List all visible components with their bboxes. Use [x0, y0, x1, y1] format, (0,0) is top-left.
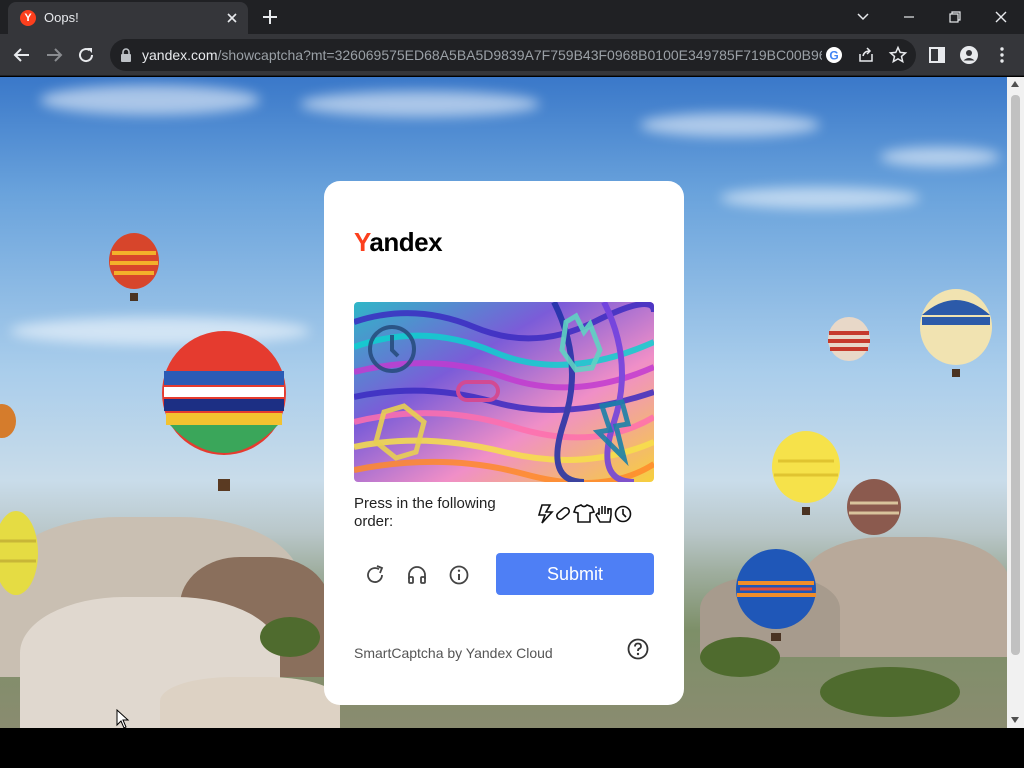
link-icon [556, 506, 570, 521]
browser-tab[interactable]: Y Oops! [8, 2, 248, 34]
restore-icon[interactable] [942, 4, 968, 30]
balloon-image [847, 479, 901, 535]
browser-toolbar: yandex.com/showcaptcha?mt=326069575ED68A… [0, 34, 1024, 76]
minimize-icon[interactable] [896, 4, 922, 30]
help-icon[interactable] [626, 637, 650, 661]
balloon-image [772, 431, 840, 515]
new-tab-icon[interactable] [260, 7, 280, 27]
order-icons-strip [537, 504, 632, 524]
reload-icon[interactable] [74, 43, 98, 67]
balloon-image [109, 233, 159, 301]
yandex-favicon-icon: Y [20, 10, 36, 26]
tab-strip: Y Oops! [0, 0, 1024, 34]
forward-icon[interactable] [42, 43, 66, 67]
balloon-image [736, 549, 816, 641]
mouse-cursor-icon [116, 709, 130, 729]
captcha-card: Yandex Press in the following order: Sub… [324, 181, 684, 705]
share-icon[interactable] [856, 45, 876, 65]
url-text: yandex.com/showcaptcha?mt=326069575ED68A… [142, 47, 822, 63]
google-icon[interactable]: G [824, 45, 844, 65]
side-panel-icon[interactable] [927, 45, 947, 65]
address-bar[interactable]: yandex.com/showcaptcha?mt=326069575ED68A… [110, 39, 916, 71]
logo-letter-y: Y [354, 227, 370, 257]
back-icon[interactable] [10, 43, 34, 67]
close-window-icon[interactable] [988, 4, 1014, 30]
balloon-image [828, 317, 870, 361]
close-tab-icon[interactable] [224, 10, 240, 26]
captcha-challenge-image[interactable] [354, 302, 654, 482]
lightning-icon [537, 504, 554, 524]
balloon-image [162, 331, 286, 491]
submit-button[interactable]: Submit [496, 553, 654, 595]
hand-icon [595, 506, 612, 523]
svg-text:G: G [829, 49, 838, 63]
balloon-image [0, 511, 38, 595]
lock-icon[interactable] [120, 48, 132, 62]
logo-text: andex [369, 227, 443, 257]
info-icon[interactable] [447, 563, 471, 587]
star-icon[interactable] [888, 45, 908, 65]
yandex-logo: Yandex [354, 227, 443, 258]
scroll-down-icon[interactable] [1011, 717, 1019, 723]
tab-title: Oops! [44, 10, 79, 25]
captcha-instruction: Press in the following order: [354, 495, 496, 530]
tshirt-icon [572, 504, 596, 523]
clock-icon [614, 505, 632, 523]
tab-search-icon[interactable] [850, 4, 876, 30]
refresh-icon[interactable] [363, 563, 387, 587]
profile-icon[interactable] [959, 45, 979, 65]
scroll-up-icon[interactable] [1011, 81, 1019, 87]
url-path: /showcaptcha?mt=326069575ED68A5BA5D9839A… [217, 47, 822, 63]
headphones-icon[interactable] [405, 563, 429, 587]
vertical-scrollbar[interactable] [1007, 77, 1024, 728]
balloon-image [920, 289, 992, 377]
balloon-image [0, 404, 16, 438]
url-host: yandex.com [142, 47, 218, 63]
menu-icon[interactable] [992, 45, 1012, 65]
captcha-footer-text: SmartCaptcha by Yandex Cloud [354, 645, 553, 661]
scrollbar-thumb[interactable] [1011, 95, 1020, 655]
bottom-bar [0, 728, 1024, 768]
